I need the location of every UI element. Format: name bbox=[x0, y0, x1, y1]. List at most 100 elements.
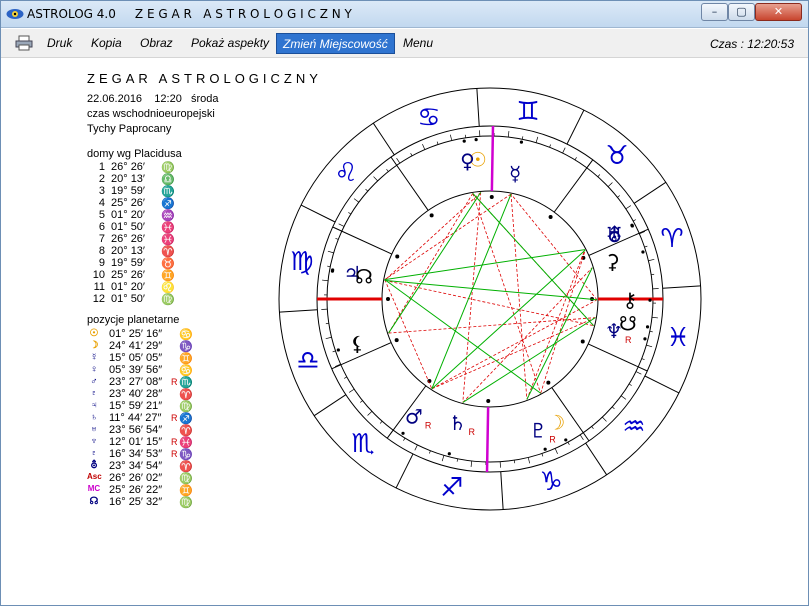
planet-position: 23° 40′ 28″ bbox=[109, 388, 163, 400]
house-number: 10 bbox=[92, 269, 105, 281]
menu-zmien-miejscowosc[interactable]: Zmień Miejscowość bbox=[276, 33, 395, 54]
house-number: 5 bbox=[98, 209, 105, 221]
planet-degree-dot bbox=[630, 224, 634, 228]
planet-glyph: ☿ bbox=[90, 352, 98, 363]
planet-position: 01° 25′ 16″ bbox=[109, 328, 163, 340]
house-sign-glyph: ♍ bbox=[161, 294, 175, 306]
cusp-dot bbox=[548, 214, 553, 219]
planet-glyph: ☊ bbox=[89, 496, 99, 507]
house-position: 01° 50′ bbox=[111, 293, 145, 305]
zodiac-sign-glyph: ♎ bbox=[296, 346, 319, 376]
house-position: 01° 20′ bbox=[111, 209, 145, 221]
planet-position: 26° 26′ 02″ bbox=[109, 472, 163, 484]
maximize-button[interactable]: ▢ bbox=[728, 3, 755, 21]
chart-content: ZEGAR ASTROLOGICZNY 22.06.2016 12:20 śro… bbox=[1, 59, 808, 605]
planets-title: pozycje planetarne bbox=[87, 314, 180, 326]
house-position: 19° 59′ bbox=[111, 257, 145, 269]
planet-glyph: ♃ bbox=[90, 400, 98, 411]
house-position: 20° 13′ bbox=[111, 245, 145, 257]
cusp-dot bbox=[546, 380, 551, 385]
planet-glyph: ☽ bbox=[89, 340, 99, 351]
app-eye-icon bbox=[6, 9, 24, 19]
planet-glyph-on-wheel: ⚳ bbox=[605, 249, 620, 273]
menu-druk[interactable]: Druk bbox=[41, 33, 78, 54]
planet-position: 11° 44′ 27″ bbox=[109, 412, 162, 424]
house-position: 25° 26′ bbox=[111, 269, 145, 281]
house-number: 3 bbox=[98, 185, 105, 197]
planet-glyph-on-wheel: ☿ bbox=[509, 161, 521, 185]
cusp-dot bbox=[489, 195, 494, 200]
planet-degree-dot bbox=[519, 140, 524, 144]
planet-degree-dot bbox=[648, 298, 652, 302]
planet-glyph-on-wheel: ♇ bbox=[529, 418, 547, 442]
menu-bar: Druk Kopia Obraz Pokaż aspekty Zmień Mie… bbox=[1, 29, 808, 58]
house-position: 25° 26′ bbox=[111, 197, 145, 209]
house-number: 6 bbox=[98, 221, 105, 233]
planet-glyph: ♂ bbox=[90, 376, 98, 387]
planet-glyph-on-wheel: ⚷ bbox=[623, 288, 638, 312]
planet-glyph-on-wheel: ♄ bbox=[448, 411, 466, 435]
zodiac-sign-glyph: ♉ bbox=[605, 141, 628, 171]
zodiac-sign-glyph: ♍ bbox=[290, 247, 313, 277]
planet-position: 25° 26′ 22″ bbox=[109, 484, 163, 496]
cusp-dot bbox=[386, 297, 390, 301]
retrograde-mark-on-wheel: R bbox=[625, 335, 632, 345]
cusp-dot bbox=[486, 398, 491, 403]
cusp-dot bbox=[429, 213, 434, 218]
planet-degree-dot bbox=[330, 269, 335, 273]
retrograde-mark-on-wheel: R bbox=[468, 427, 475, 437]
window-title: ASTROLOG 4.0 Z E G A R A S T R O L O G I… bbox=[27, 7, 352, 21]
menu-pokaz-aspekty[interactable]: Pokaż aspekty bbox=[185, 33, 275, 54]
planet-degree-dot bbox=[336, 348, 340, 352]
planet-position: 23° 34′ 54″ bbox=[109, 460, 163, 472]
planet-degree-dot bbox=[643, 337, 647, 341]
title-bar[interactable]: ASTROLOG 4.0 Z E G A R A S T R O L O G I… bbox=[1, 1, 808, 28]
house-position: 19° 59′ bbox=[111, 185, 145, 197]
planet-glyph: ⛢ bbox=[90, 460, 98, 471]
cusp-dot bbox=[394, 338, 399, 343]
planet-degree-dot bbox=[447, 452, 451, 456]
planet-degree-dot bbox=[543, 447, 547, 451]
minimize-button[interactable]: – bbox=[701, 3, 728, 21]
house-position: 20° 13′ bbox=[111, 173, 145, 185]
planet-glyph-on-wheel: ♀ bbox=[460, 149, 475, 173]
cusp-dot bbox=[395, 254, 400, 259]
planet-degree-dot bbox=[401, 431, 405, 435]
house-number: 9 bbox=[98, 257, 105, 269]
house-number: 7 bbox=[98, 233, 105, 245]
zodiac-sign-glyph: ♋ bbox=[417, 103, 440, 133]
zodiac-sign-glyph: ♑ bbox=[539, 467, 562, 497]
planet-glyph-on-wheel: ☋ bbox=[619, 311, 637, 335]
menu-menu[interactable]: Menu bbox=[397, 33, 439, 54]
house-number: 4 bbox=[98, 197, 105, 209]
house-number: 1 bbox=[98, 161, 105, 173]
zodiac-sign-glyph: ♌ bbox=[334, 158, 357, 188]
close-button[interactable]: ✕ bbox=[755, 3, 802, 21]
house-number: 8 bbox=[98, 245, 105, 257]
planet-glyph: ☉ bbox=[89, 328, 99, 339]
retrograde-mark: R bbox=[171, 437, 178, 447]
house-position: 01° 50′ bbox=[111, 221, 145, 233]
planet-glyph: ♅ bbox=[90, 424, 98, 435]
printer-icon[interactable] bbox=[15, 35, 33, 51]
house-position: 01° 20′ bbox=[111, 281, 145, 293]
planet-position: 16° 25′ 32″ bbox=[109, 496, 163, 508]
planet-sign-glyph: ♍ bbox=[179, 497, 193, 509]
place-line: Tychy Paprocany bbox=[87, 123, 172, 135]
retrograde-mark: R bbox=[171, 377, 178, 387]
planet-degree-dot bbox=[462, 139, 466, 143]
menu-obraz[interactable]: Obraz bbox=[134, 33, 179, 54]
planet-position: 16° 34′ 53″ bbox=[109, 448, 163, 460]
natal-chart-wheel: ♈♉♊♋♌♍♎♏♐ ♑♒♓☉☿♀♃☊⚸♂ R ♄ R ♇ R☽♆ R☋⚷⚳♅⛢ bbox=[278, 87, 702, 511]
planet-glyph: ♇ bbox=[90, 448, 98, 459]
retrograde-mark: R bbox=[171, 449, 178, 459]
planet-glyph-on-wheel: ♂ bbox=[405, 405, 423, 429]
zodiac-sign-glyph: ♈ bbox=[660, 224, 683, 254]
retrograde-mark: R bbox=[171, 413, 178, 423]
app-window: ASTROLOG 4.0 Z E G A R A S T R O L O G I… bbox=[0, 0, 809, 606]
zodiac-sign-glyph: ♏ bbox=[351, 429, 374, 459]
planet-position: 23° 27′ 08″ bbox=[109, 376, 163, 388]
planet-glyph-on-wheel: ⛢ bbox=[607, 223, 622, 247]
menu-kopia[interactable]: Kopia bbox=[85, 33, 128, 54]
house-position: 26° 26′ bbox=[111, 233, 145, 245]
